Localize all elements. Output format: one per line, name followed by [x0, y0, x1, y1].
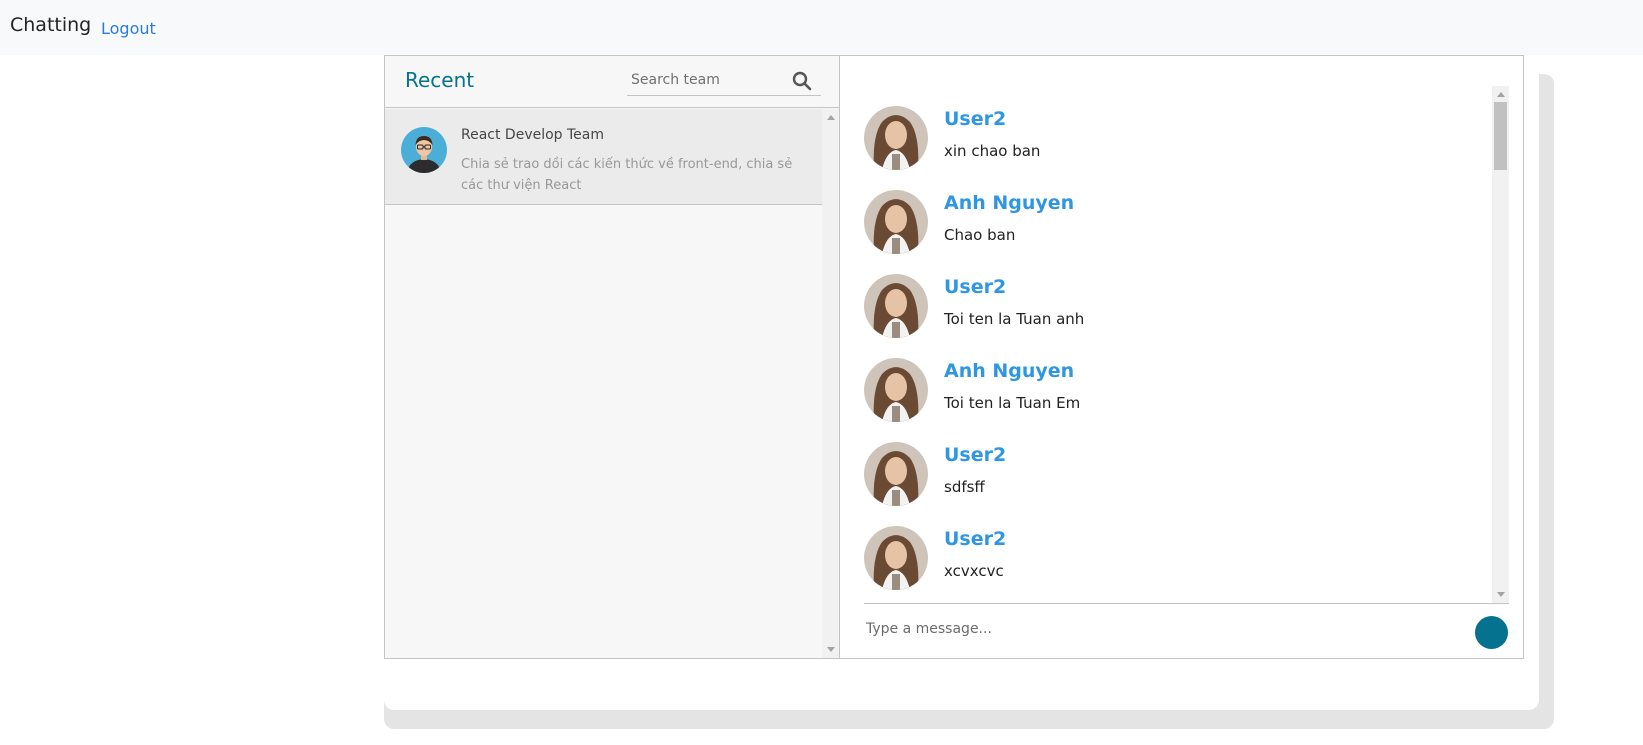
message-history-scrollbar[interactable] [1492, 86, 1509, 603]
message-item: User2 Toi ten la Tuan anh [864, 254, 1464, 338]
search-icon[interactable] [791, 70, 813, 92]
inbox-header: Recent [385, 56, 839, 108]
scroll-up-arrow-icon[interactable] [1497, 92, 1505, 97]
team-list: React Develop Team Chia sẻ trao dồi các … [385, 109, 839, 658]
user-avatar [864, 190, 928, 254]
message-item: User2 sdfsff [864, 422, 1464, 506]
message-item: Anh Nguyen Toi ten la Tuan Em [864, 338, 1464, 422]
message-username: Anh Nguyen [944, 360, 1075, 382]
scroll-down-arrow-icon[interactable] [1497, 592, 1505, 597]
team-description: Chia sẻ trao dồi các kiến thức về front-… [461, 157, 793, 193]
user-avatar [864, 358, 928, 422]
message-item: User2 xin chao ban [864, 86, 1464, 170]
message-history: User2 xin chao ban Anh Nguyen Chao ban U… [864, 86, 1492, 603]
inbox-panel: Recent Search team React Develop Team Ch… [384, 55, 840, 659]
message-username: User2 [944, 276, 1007, 298]
team-avatar [401, 127, 447, 173]
message-username: User2 [944, 528, 1007, 550]
message-text: xcvxcvc [944, 562, 1004, 580]
scrollbar-thumb[interactable] [1494, 102, 1507, 170]
user-avatar [864, 274, 928, 338]
search-input[interactable] [631, 66, 781, 94]
messages-panel: User2 xin chao ban Anh Nguyen Chao ban U… [839, 55, 1524, 659]
scroll-down-arrow-icon[interactable] [827, 647, 835, 652]
recent-heading: Recent [405, 68, 475, 92]
message-text: xin chao ban [944, 142, 1041, 160]
search-bar [627, 66, 821, 96]
top-navbar: Chatting Logout [0, 0, 1643, 55]
user-avatar [864, 442, 928, 506]
team-name: React Develop Team [461, 127, 605, 143]
send-button[interactable] [1475, 616, 1508, 649]
message-text: Toi ten la Tuan Em [944, 394, 1081, 412]
message-text: sdfsff [944, 478, 985, 496]
message-item: User2 xcvxcvc [864, 506, 1464, 590]
scroll-up-arrow-icon[interactable] [827, 115, 835, 120]
message-composer [864, 603, 1509, 658]
message-username: User2 [944, 444, 1007, 466]
message-text: Chao ban [944, 226, 1016, 244]
brand-title[interactable]: Chatting [10, 14, 91, 36]
user-avatar [864, 106, 928, 170]
message-username: User2 [944, 108, 1007, 130]
message-username: Anh Nguyen [944, 192, 1075, 214]
user-avatar [864, 526, 928, 590]
team-list-scrollbar[interactable] [822, 109, 839, 658]
message-item: Anh Nguyen Chao ban [864, 170, 1464, 254]
message-text: Toi ten la Tuan anh [944, 310, 1085, 328]
logout-link[interactable]: Logout [101, 19, 156, 38]
team-list-item[interactable]: React Develop Team Chia sẻ trao dồi các … [385, 109, 822, 205]
message-input[interactable] [866, 616, 1426, 642]
